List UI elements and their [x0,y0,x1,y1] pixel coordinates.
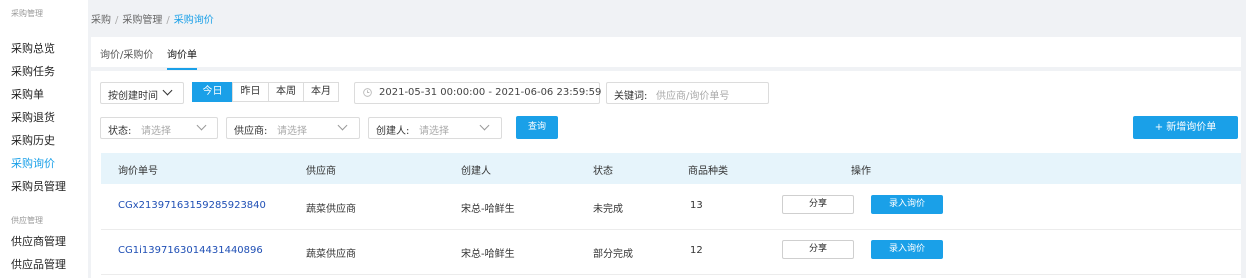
query-button[interactable]: 查询 [516,116,558,139]
creator-cell: 宋总-哈鲜生 [461,249,515,260]
supplier-cell: 蔬菜供应商 [306,249,356,260]
main-panel: 按创建时间 今日 昨日 本周 本月 2021-05-31 00:00:00 - … [91,71,1241,278]
time-type-select[interactable]: 按创建时间 [100,82,184,104]
supplier-placeholder: 请选择 [277,126,307,137]
chevron-down-icon [479,120,490,131]
date-button-week[interactable]: 本周 [268,82,304,102]
column-header-creator: 创建人 [461,166,491,177]
table-row: CGx21397163159285923840 蔬菜供应商 宋总-哈鲜生 未完成… [101,184,1241,230]
sidebar-item-buyers[interactable]: 采购员管理 [0,175,66,198]
column-header-count: 商品种类 [688,166,728,177]
status-cell: 部分完成 [593,249,633,260]
breadcrumb-purchase[interactable]: 采购 [91,15,111,26]
sidebar-item-suppliers[interactable]: 供应商管理 [0,230,66,253]
sidebar-group-supply: 供应管理 [11,216,43,225]
chevron-down-icon [162,85,173,96]
breadcrumb: 采购 / 采购管理 / 采购询价 [91,11,214,26]
creator-label: 创建人: [376,126,410,137]
enter-quote-button[interactable]: 录入询价 [871,240,943,259]
inquiry-id-link[interactable]: CGx21397163159285923840 [118,200,266,211]
column-header-actions: 操作 [851,166,871,177]
status-label: 状态: [108,126,132,137]
share-button[interactable]: 分享 [782,195,854,214]
column-header-status: 状态 [593,166,613,177]
creator-cell: 宋总-哈鲜生 [461,204,515,215]
date-button-yesterday[interactable]: 昨日 [232,82,269,102]
sidebar-item-supplies[interactable]: 供应品管理 [0,253,66,276]
sidebar-item-tasks[interactable]: 采购任务 [0,60,66,83]
keyword-input[interactable]: 供应商/询价单号 [656,87,729,102]
table-row: CG1i1397163014431440896 蔬菜供应商 宋总-哈鲜生 部分完… [101,229,1241,275]
creator-placeholder: 请选择 [419,126,449,137]
enter-quote-button[interactable]: 录入询价 [871,195,943,214]
clock-icon [363,88,372,97]
keyword-search[interactable]: 关键词: 供应商/询价单号 [606,82,769,104]
breadcrumb-separator: / [115,15,119,26]
sidebar-item-overview[interactable]: 采购总览 [0,37,66,60]
sidebar-item-inquiry[interactable]: 采购询价 [0,152,66,175]
breadcrumb-current: 采购询价 [173,15,214,26]
table-header: 询价单号 供应商 创建人 状态 商品种类 操作 [101,153,1241,184]
status-select[interactable]: 状态: 请选择 [100,117,218,139]
count-cell: 12 [690,245,703,256]
share-button[interactable]: 分享 [782,240,854,259]
sidebar-item-orders[interactable]: 采购单 [0,83,66,106]
date-range-value: 2021-05-31 00:00:00 - 2021-06-06 23:59:5… [379,87,602,98]
count-cell: 13 [690,200,703,211]
supplier-label: 供应商: [234,126,268,137]
sidebar-item-returns[interactable]: 采购退货 [0,106,66,129]
breadcrumb-separator: / [166,15,170,26]
sidebar-item-history[interactable]: 采购历史 [0,129,66,152]
supplier-select[interactable]: 供应商: 请选择 [226,117,360,139]
tabs-bar: 询价/采购价 询价单 [91,37,1241,70]
sidebar-group-purchase: 采购管理 [11,9,43,18]
date-range-picker[interactable]: 2021-05-31 00:00:00 - 2021-06-06 23:59:5… [354,82,602,104]
time-type-value: 按创建时间 [108,91,158,102]
column-header-supplier: 供应商 [306,166,336,177]
sidebar: 采购管理 采购总览 采购任务 采购单 采购退货 采购历史 采购询价 采购员管理 … [0,0,88,278]
inquiry-id-link[interactable]: CG1i1397163014431440896 [118,245,263,256]
breadcrumb-purchase-management[interactable]: 采购管理 [122,15,162,26]
status-cell: 未完成 [593,204,623,215]
date-button-today[interactable]: 今日 [192,82,233,102]
date-button-month[interactable]: 本月 [303,82,339,102]
keyword-label: 关键词: [614,91,648,102]
tab-inquiry-order[interactable]: 询价单 [167,46,197,70]
tab-inquiry-price[interactable]: 询价/采购价 [100,46,153,61]
add-inquiry-button[interactable]: + 新增询价单 [1133,116,1238,139]
status-placeholder: 请选择 [141,126,171,137]
chevron-down-icon [337,120,348,131]
chevron-down-icon [196,120,207,131]
creator-select[interactable]: 创建人: 请选择 [368,117,502,139]
column-header-id: 询价单号 [118,166,158,177]
supplier-cell: 蔬菜供应商 [306,204,356,215]
